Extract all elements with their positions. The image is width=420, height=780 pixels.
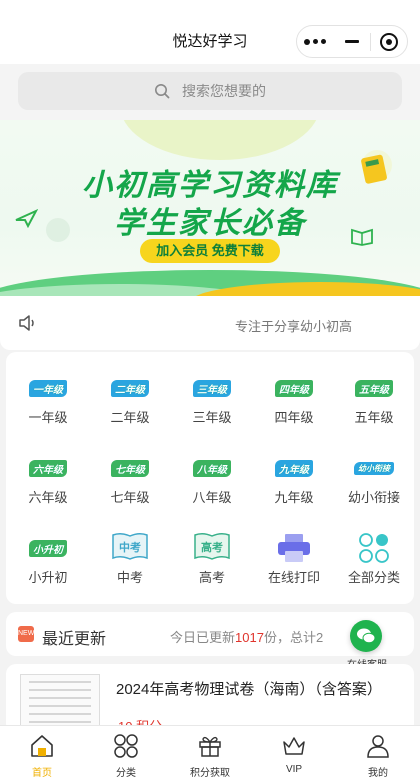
tab-category[interactable]: 分类 xyxy=(84,726,168,780)
grade-1-icon: 一年级 xyxy=(28,368,68,408)
search-icon xyxy=(155,84,170,99)
category-label: 六年级 xyxy=(28,490,68,505)
category-label: 幼小衔接 xyxy=(347,490,400,505)
category-label: 三年级 xyxy=(192,410,232,425)
tab-home[interactable]: 首页 xyxy=(0,726,84,780)
tab-label: 分类 xyxy=(116,768,136,779)
zhongkao-book-icon: 中考 xyxy=(110,528,150,568)
grade-7-icon: 七年级 xyxy=(110,448,150,488)
bottom-tab-bar: 首页 分类 积分获取 VIP 我的 xyxy=(0,725,420,780)
category-grade-7[interactable]: 七年级 七年级 xyxy=(90,438,170,512)
today-update-count: 今日已更新1017份，总计2 xyxy=(170,630,324,645)
grade-4-icon: 四年级 xyxy=(274,368,314,408)
gift-icon xyxy=(199,736,221,757)
category-zhongkao[interactable]: 中考 中考 xyxy=(90,518,170,592)
category-grade-4[interactable]: 四年级 四年级 xyxy=(254,358,334,432)
title-bar: 悦达好学习 xyxy=(0,0,420,64)
banner-subheadline: 学生家长必备 xyxy=(114,207,306,240)
recent-updates-title: 最近更新 xyxy=(42,631,107,648)
category-grade-2[interactable]: 二年级 二年级 xyxy=(90,358,170,432)
tab-label: VIP xyxy=(285,764,303,775)
category-label: 四年级 xyxy=(274,410,314,425)
tab-mine[interactable]: 我的 xyxy=(336,726,420,780)
resource-title: 2024年高考物理试卷（海南）（含答案） xyxy=(116,681,382,698)
category-label: 一年级 xyxy=(28,410,68,425)
close-ring-icon xyxy=(379,32,398,51)
category-label: 在线打印 xyxy=(267,570,320,585)
minimize-icon xyxy=(344,40,359,43)
new-badge-icon: NEW xyxy=(18,626,34,642)
kindergarten-transition-icon: 幼小衔接 xyxy=(354,448,394,488)
more-dots-icon xyxy=(304,38,327,45)
home-icon xyxy=(31,735,53,757)
resource-card[interactable]: 2024年高考物理试卷（海南）（含答案） 10 积分 xyxy=(6,664,414,734)
app: 悦达好学习 搜索您想要的 小初高学习资料库 学生家长必备 加入会员 免费下载 专… xyxy=(0,0,420,780)
category-kindergarten-transition[interactable]: 幼小衔接 幼小衔接 xyxy=(334,438,414,512)
category-primary-to-middle[interactable]: 小升初 小升初 xyxy=(8,518,88,592)
grade-8-icon: 八年级 xyxy=(192,448,232,488)
user-icon xyxy=(367,735,389,758)
search-area: 搜索您想要的 xyxy=(0,64,420,120)
category-grade-9[interactable]: 九年级 九年级 xyxy=(254,438,334,512)
category-icon xyxy=(114,734,138,758)
grade-9-icon: 九年级 xyxy=(274,448,314,488)
join-member-button[interactable]: 加入会员 免费下载 xyxy=(140,239,280,263)
banner-decor-blob xyxy=(120,120,320,160)
svg-text:中考: 中考 xyxy=(119,540,141,554)
promo-banner[interactable]: 小初高学习资料库 学生家长必备 加入会员 免费下载 xyxy=(0,120,420,296)
category-label: 高考 xyxy=(198,570,225,585)
mini-program-capsule xyxy=(296,25,408,58)
search-input[interactable]: 搜索您想要的 xyxy=(18,72,402,110)
category-label: 七年级 xyxy=(110,490,150,505)
tab-vip[interactable]: VIP xyxy=(252,726,336,780)
category-label: 小升初 xyxy=(28,570,68,585)
category-grade-6[interactable]: 六年级 六年级 xyxy=(8,438,88,512)
svg-text:高考: 高考 xyxy=(201,540,223,554)
category-label: 五年级 xyxy=(354,410,394,425)
search-placeholder: 搜索您想要的 xyxy=(182,83,266,99)
tab-label: 我的 xyxy=(368,768,388,779)
category-all[interactable]: 全部分类 xyxy=(334,518,414,592)
category-label: 二年级 xyxy=(110,410,150,425)
grade-5-icon: 五年级 xyxy=(354,368,394,408)
grade-6-icon: 六年级 xyxy=(28,448,68,488)
crown-icon xyxy=(283,737,305,755)
category-label: 九年级 xyxy=(274,490,314,505)
tab-label: 积分获取 xyxy=(190,768,230,779)
close-button[interactable] xyxy=(371,26,407,57)
notice-bar[interactable]: 专注于分享幼小初高 xyxy=(0,296,420,350)
primary-to-middle-icon: 小升初 xyxy=(28,528,68,568)
category-label: 八年级 xyxy=(192,490,232,505)
wechat-icon xyxy=(357,628,376,644)
category-online-print[interactable]: 在线打印 xyxy=(254,518,334,592)
category-grade-3[interactable]: 三年级 三年级 xyxy=(172,358,252,432)
category-grid: 一年级 一年级 二年级 二年级 三年级 三年级 四年级 四年级 五年级 五年级 … xyxy=(6,352,414,604)
notice-text: 专注于分享幼小初高 xyxy=(235,319,353,334)
category-grade-5[interactable]: 五年级 五年级 xyxy=(334,358,414,432)
category-label: 中考 xyxy=(116,570,143,585)
tab-label: 首页 xyxy=(32,768,52,779)
more-button[interactable] xyxy=(297,26,333,57)
gaokao-book-icon: 高考 xyxy=(192,528,232,568)
grade-3-icon: 三年级 xyxy=(192,368,232,408)
category-gaokao[interactable]: 高考 高考 xyxy=(172,518,252,592)
grade-2-icon: 二年级 xyxy=(110,368,150,408)
customer-service-button[interactable] xyxy=(350,620,382,652)
tab-points[interactable]: 积分获取 xyxy=(168,726,252,780)
speaker-icon xyxy=(19,315,34,331)
all-categories-icon xyxy=(354,528,394,568)
category-label: 全部分类 xyxy=(347,570,400,585)
printer-icon xyxy=(274,528,314,568)
category-grade-1[interactable]: 一年级 一年级 xyxy=(8,358,88,432)
minimize-button[interactable] xyxy=(333,26,369,57)
category-grade-8[interactable]: 八年级 八年级 xyxy=(172,438,252,512)
